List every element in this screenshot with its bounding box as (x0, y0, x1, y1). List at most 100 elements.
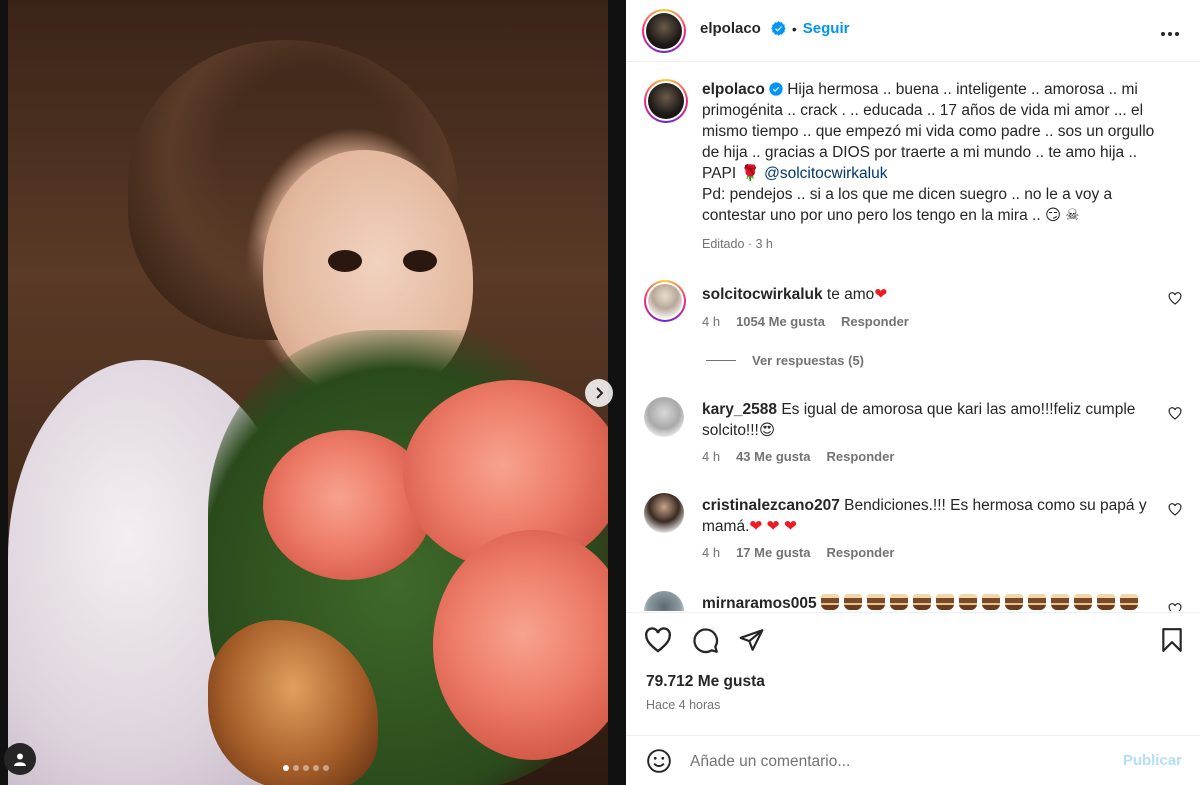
comment-meta: 4 h 43 Me gusta Responder (702, 449, 894, 464)
comment-body: te amo (826, 286, 875, 303)
comment-username[interactable]: mirnaramos005 (702, 595, 817, 611)
comment-text: solcitocwirkaluk te amo❤ (702, 284, 1152, 305)
carousel-indicator (283, 765, 329, 771)
follow-button[interactable]: Seguir (803, 20, 850, 37)
comment-likes[interactable]: 17 Me gusta (736, 545, 810, 560)
comment-like-button[interactable] (1168, 603, 1182, 611)
post-header: elpolaco • Seguir (626, 0, 1200, 62)
comment-avatar[interactable] (644, 280, 686, 322)
cake-emoji (958, 594, 977, 610)
comment-like-button[interactable] (1168, 407, 1182, 423)
cake-emoji (912, 594, 931, 610)
replies-line (706, 360, 736, 361)
comment-avatar[interactable] (644, 493, 684, 533)
cake-emoji (981, 594, 1000, 610)
comment-username[interactable]: cristinalezcano207 (702, 497, 840, 514)
view-replies-label: Ver respuestas (5) (752, 353, 865, 368)
cake-emoji (1096, 594, 1115, 610)
caption-username[interactable]: elpolaco (702, 81, 765, 98)
carousel-dot (313, 765, 319, 771)
heart-icon (1168, 292, 1182, 305)
caption-postscript: Pd: pendejos .. si a los que me dicen su… (702, 186, 1113, 224)
comments-list[interactable]: elpolaco Hija hermosa .. buena .. inteli… (626, 63, 1200, 611)
comment-username[interactable]: kary_2588 (702, 401, 777, 418)
carousel-dot (283, 765, 289, 771)
photo-eye-left (328, 250, 362, 272)
comment-username[interactable]: solcitocwirkaluk (702, 286, 823, 303)
heart-icon (1168, 603, 1182, 611)
comment-avatar[interactable] (644, 397, 684, 437)
comment-likes[interactable]: 43 Me gusta (736, 449, 810, 464)
publish-button[interactable]: Publicar (1123, 752, 1182, 769)
cake-emoji (1050, 594, 1069, 610)
cake-emoji (1027, 594, 1046, 610)
cake-emoji (1004, 594, 1023, 610)
comment-like-button[interactable] (1168, 503, 1182, 519)
add-comment-bar: Publicar (626, 735, 1200, 785)
comment-like-button[interactable] (1168, 292, 1182, 308)
post-actions-bar (626, 612, 1200, 668)
verified-badge-icon (771, 21, 786, 36)
cake-emoji (1119, 594, 1138, 610)
reply-button[interactable]: Responder (827, 545, 895, 560)
comment-text: kary_2588 Es igual de amorosa que kari l… (702, 399, 1152, 441)
share-button[interactable] (738, 627, 765, 656)
post-photo[interactable] (8, 0, 608, 785)
header-separator: • (791, 20, 797, 37)
cake-emoji (843, 594, 862, 610)
cake-emojis (820, 594, 1143, 611)
chevron-right-icon (596, 387, 604, 399)
paper-plane-icon (739, 629, 764, 651)
save-button[interactable] (1161, 627, 1183, 656)
cake-emoji (889, 594, 908, 610)
user-icon (14, 753, 26, 766)
comment-avatar[interactable] (644, 591, 684, 611)
tagged-users-button[interactable] (4, 743, 36, 775)
caption-mention-link[interactable]: @solcitocwirkaluk (764, 165, 887, 182)
heart-icon (1168, 503, 1182, 516)
carousel-next-button[interactable] (585, 379, 613, 407)
comment-time: 4 h (702, 314, 721, 329)
likes-count[interactable]: 79.712 Me gusta (646, 673, 765, 691)
cake-emoji (1073, 594, 1092, 610)
smiley-icon (647, 749, 671, 773)
comment-time: 4 h (702, 449, 721, 464)
post-media (0, 0, 626, 785)
heart-icon (1168, 407, 1182, 420)
photo-eye-right (403, 250, 437, 272)
carousel-dot (323, 765, 329, 771)
carousel-dot (303, 765, 309, 771)
comment-meta: 4 h 1054 Me gusta Responder (702, 314, 909, 329)
comment-meta: 4 h 17 Me gusta Responder (702, 545, 894, 560)
caption-meta: Editado · 3 h (702, 237, 773, 251)
caption-avatar[interactable] (644, 79, 688, 123)
reply-button[interactable]: Responder (827, 449, 895, 464)
author-avatar[interactable] (642, 9, 686, 53)
cake-emoji (820, 594, 839, 610)
view-replies-button[interactable]: Ver respuestas (5) (706, 353, 864, 368)
cake-emoji (866, 594, 885, 610)
comment-text: mirnaramos005 (702, 593, 1152, 611)
bookmark-icon (1162, 628, 1182, 652)
verified-badge-icon (769, 82, 783, 96)
author-username[interactable]: elpolaco (700, 20, 761, 37)
heart-emoji: ❤ ❤ ❤ (749, 518, 797, 535)
post-timestamp: Hace 4 horas (646, 698, 721, 712)
carousel-dot (293, 765, 299, 771)
comment-time: 4 h (702, 545, 721, 560)
emoji-picker-button[interactable] (646, 748, 672, 777)
heart-emoji: ❤ (874, 286, 888, 303)
more-horizontal-icon (1161, 32, 1179, 36)
comment-input[interactable] (690, 749, 1110, 775)
comment-bubble-icon (693, 628, 719, 654)
cake-emoji (935, 594, 954, 610)
comment-text: cristinalezcano207 Bendiciones.!!! Es he… (702, 495, 1152, 537)
heart-icon (645, 627, 671, 653)
comment-button[interactable] (692, 627, 719, 657)
like-button[interactable] (644, 627, 672, 656)
post-panel: elpolaco • Seguir elpolaco Hija hermosa … (626, 0, 1200, 785)
more-options-button[interactable] (1160, 20, 1180, 43)
caption-text: elpolaco Hija hermosa .. buena .. inteli… (702, 79, 1172, 255)
reply-button[interactable]: Responder (841, 314, 909, 329)
comment-likes[interactable]: 1054 Me gusta (736, 314, 825, 329)
